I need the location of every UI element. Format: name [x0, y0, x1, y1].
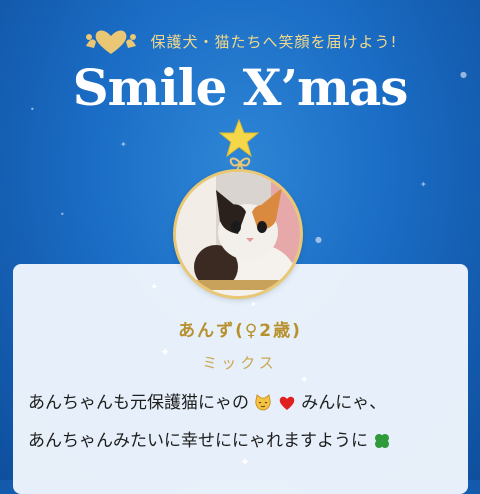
message-text: あんちゃんも元保護猫にゃの — [28, 393, 249, 413]
pet-name: あんず(♀2歳) — [178, 321, 302, 341]
sparkle-icon: ✦ — [300, 375, 309, 386]
tagline: 保護犬・猫たちへ笑顔を届けよう! — [150, 32, 398, 51]
sparkle-icon: • — [60, 210, 65, 219]
sparkle-icon: ✦ — [150, 282, 159, 293]
message-text: あんちゃんみたいに幸せににゃれますように — [28, 431, 368, 451]
star-icon — [219, 118, 259, 158]
pet-breed: ミックス — [202, 354, 278, 372]
sparkle-icon: ✦ — [250, 300, 257, 309]
page-title: Smile X’mas — [72, 58, 409, 117]
sparkle-icon: ✦ — [240, 455, 251, 469]
heart-icon — [279, 396, 295, 410]
message-text: みんにゃ、 — [301, 393, 387, 413]
header-tagline-row: 保護犬・猫たちへ笑顔を届けよう! — [0, 24, 480, 58]
message-line-1: あんちゃんも元保護猫にゃの みんにゃ、 — [28, 388, 468, 413]
sparkle-icon: ● — [315, 235, 322, 244]
sparkle-icon: ✦ — [420, 180, 427, 189]
logo-icon — [86, 30, 137, 54]
message-line-2: あんちゃんみたいに幸せににゃれますように — [28, 426, 468, 451]
clover-icon — [375, 434, 390, 448]
cat-face-icon — [255, 394, 271, 411]
cat-photo-illustration — [176, 172, 300, 296]
pet-photo — [176, 172, 300, 296]
sparkle-icon: ✦ — [120, 140, 127, 149]
